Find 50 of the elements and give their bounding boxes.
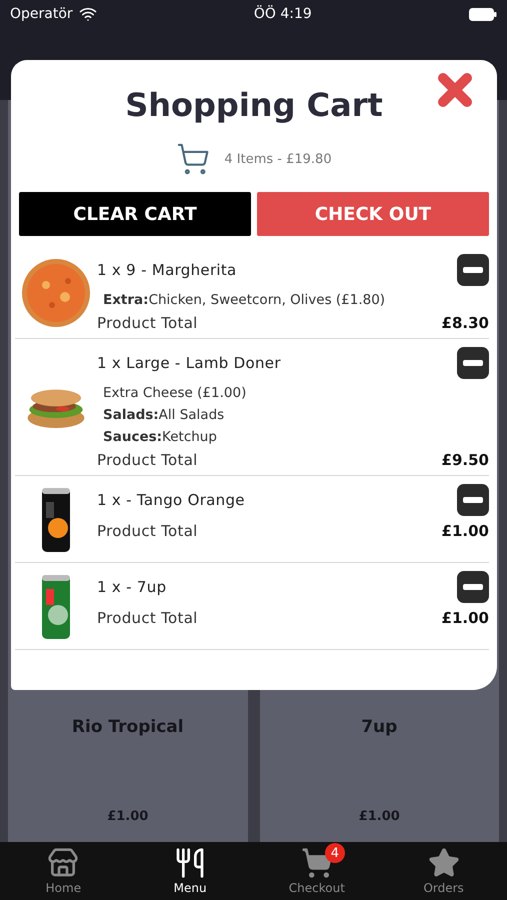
item-name: 1 x Large - Lamb Doner <box>97 354 281 372</box>
total-label: Product Total <box>97 522 198 540</box>
tab-label: Checkout <box>288 881 345 895</box>
remove-button[interactable] <box>457 571 489 603</box>
item-detail: Sauces:Ketchup <box>102 429 218 445</box>
product-price: £1.00 <box>107 809 148 824</box>
minus-icon <box>463 360 483 366</box>
item-name: 1 x 9 - Margherita <box>97 261 237 279</box>
remove-button[interactable] <box>457 347 489 379</box>
checkout-button[interactable]: CHECK OUT <box>257 192 489 236</box>
tab-label: Orders <box>423 881 464 895</box>
tab-label: Menu <box>174 881 207 895</box>
total-label: Product Total <box>97 609 198 627</box>
item-name: 1 x - 7up <box>97 578 166 596</box>
carrier-name: Operatör <box>10 6 73 22</box>
count-badge: 4 <box>324 843 345 863</box>
item-name: 1 x - Tango Orange <box>97 491 245 509</box>
remove-button[interactable] <box>457 254 489 286</box>
star-icon <box>428 847 460 879</box>
tab-item[interactable]: Home <box>0 842 127 900</box>
tab-item[interactable]: 4 Checkout <box>254 842 380 900</box>
item-detail: Salads:All Salads <box>102 407 226 423</box>
clear-cart-button[interactable]: CLEAR CART <box>19 192 251 236</box>
tab-label: Home <box>46 881 82 895</box>
utensils-icon <box>174 847 206 879</box>
item-total: £8.30 <box>442 314 489 332</box>
item-total: £1.00 <box>442 522 489 540</box>
total-label: Product Total <box>97 314 198 332</box>
cart-icon <box>176 142 210 176</box>
minus-icon <box>463 584 483 590</box>
remove-button[interactable] <box>457 484 489 516</box>
minus-icon <box>463 497 483 503</box>
product-price: £1.00 <box>358 809 400 824</box>
cart-icon <box>300 847 333 879</box>
status-time: ÖÖ 4:19 <box>254 6 312 22</box>
store-icon <box>47 847 80 879</box>
item-total: £1.00 <box>442 609 489 627</box>
battery-icon <box>468 8 497 20</box>
dialog-title: Shopping Cart <box>125 86 383 124</box>
cart-summary: 4 Items - £19.80 <box>224 152 332 166</box>
item-detail: Extra:Chicken, Sweetcorn, Olives (£1.80) <box>102 292 386 308</box>
total-label: Product Total <box>97 451 198 469</box>
item-total: £9.50 <box>442 451 489 469</box>
product-name: 7up <box>361 717 398 737</box>
tab-item[interactable]: Orders <box>380 842 507 900</box>
item-detail: Extra Cheese (£1.00) <box>102 385 248 401</box>
product-name: Rio Tropical <box>72 717 184 737</box>
wifi-icon <box>78 5 97 23</box>
minus-icon <box>463 267 483 273</box>
tab-item[interactable]: Menu <box>126 842 254 900</box>
